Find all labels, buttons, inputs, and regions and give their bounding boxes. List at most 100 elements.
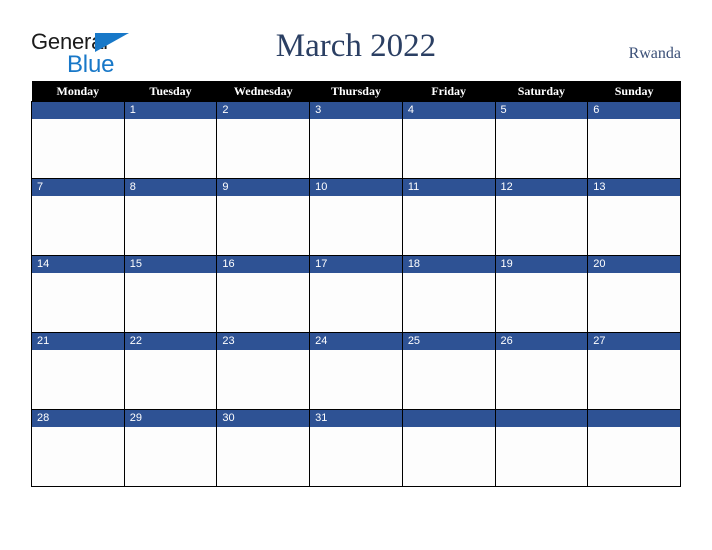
day-note-area[interactable]	[588, 196, 680, 255]
day-note-area[interactable]	[588, 273, 680, 332]
day-number: 3	[310, 102, 402, 119]
day-number: 5	[495, 102, 588, 119]
day-cell[interactable]: 19	[494, 255, 589, 333]
day-note-area[interactable]	[403, 119, 495, 178]
day-note-area[interactable]	[588, 119, 680, 178]
day-number: 25	[402, 333, 495, 350]
day-cell[interactable]: 21	[31, 332, 125, 410]
day-cell[interactable]: 1	[123, 101, 218, 179]
calendar-week-row: 21 22 23 24 25 26 27	[31, 332, 681, 410]
day-cell[interactable]: 15	[123, 255, 218, 333]
day-number	[588, 410, 680, 427]
day-cell[interactable]: 12	[494, 178, 589, 256]
day-cell[interactable]: 23	[216, 332, 311, 410]
day-note-area[interactable]	[32, 273, 124, 332]
day-note-area[interactable]	[403, 273, 495, 332]
day-cell[interactable]: 31	[309, 409, 403, 487]
day-number	[495, 410, 588, 427]
day-number: 7	[32, 179, 124, 196]
day-cell[interactable]: 2	[216, 101, 311, 179]
day-note-area[interactable]	[310, 119, 402, 178]
day-cell[interactable]	[494, 409, 589, 487]
country-label: Rwanda	[628, 45, 681, 62]
day-note-area[interactable]	[217, 273, 309, 332]
day-note-area[interactable]	[310, 427, 402, 486]
day-note-area[interactable]	[496, 196, 588, 255]
day-cell[interactable]: 5	[494, 101, 589, 179]
day-number: 17	[310, 256, 402, 273]
day-note-area[interactable]	[403, 196, 495, 255]
weekday-header-wednesday: Wednesday	[216, 81, 310, 102]
day-number: 20	[588, 256, 680, 273]
day-note-area[interactable]	[217, 119, 309, 178]
day-number: 11	[402, 179, 495, 196]
day-cell[interactable]: 14	[31, 255, 125, 333]
day-note-area[interactable]	[403, 427, 495, 486]
day-number: 15	[124, 256, 217, 273]
weekday-header-saturday: Saturday	[495, 81, 588, 102]
day-cell[interactable]: 17	[309, 255, 403, 333]
day-cell[interactable]: 24	[309, 332, 403, 410]
day-note-area[interactable]	[217, 350, 309, 409]
day-note-area[interactable]	[125, 119, 217, 178]
day-cell[interactable]: 9	[216, 178, 311, 256]
day-note-area[interactable]	[32, 427, 124, 486]
day-cell[interactable]: 8	[123, 178, 218, 256]
day-number: 6	[588, 102, 680, 119]
day-note-area[interactable]	[496, 273, 588, 332]
day-cell[interactable]: 25	[401, 332, 496, 410]
day-note-area[interactable]	[403, 350, 495, 409]
weekday-header-tuesday: Tuesday	[124, 81, 217, 102]
day-number: 13	[588, 179, 680, 196]
calendar-week-row: 14 15 16 17 18 19 20	[31, 255, 681, 333]
day-note-area[interactable]	[125, 427, 217, 486]
day-number	[402, 410, 495, 427]
day-note-area[interactable]	[496, 119, 588, 178]
day-note-area[interactable]	[125, 273, 217, 332]
calendar-weekday-header: Monday Tuesday Wednesday Thursday Friday…	[31, 81, 681, 102]
day-number: 9	[217, 179, 310, 196]
calendar-week-row: 7 8 9 10 11 12 13	[31, 178, 681, 256]
day-note-area[interactable]	[496, 350, 588, 409]
day-cell[interactable]	[587, 409, 681, 487]
day-note-area[interactable]	[310, 350, 402, 409]
day-note-area[interactable]	[125, 196, 217, 255]
day-cell[interactable]: 13	[587, 178, 681, 256]
day-cell[interactable]: 10	[309, 178, 403, 256]
day-cell[interactable]: 28	[31, 409, 125, 487]
day-cell[interactable]	[401, 409, 496, 487]
calendar-week-row: 28 29 30 31	[31, 409, 681, 487]
day-note-area[interactable]	[588, 350, 680, 409]
calendar-body: 1 2 3 4 5 6 7 8 9 10 11 12 13 14 15 16 1…	[31, 101, 681, 487]
day-cell[interactable]: 29	[123, 409, 218, 487]
day-cell[interactable]: 20	[587, 255, 681, 333]
day-cell[interactable]: 6	[587, 101, 681, 179]
day-cell[interactable]: 27	[587, 332, 681, 410]
day-number: 29	[124, 410, 217, 427]
day-note-area[interactable]	[125, 350, 217, 409]
day-number: 1	[124, 102, 217, 119]
day-number: 8	[124, 179, 217, 196]
day-note-area[interactable]	[32, 350, 124, 409]
calendar-week-row: 1 2 3 4 5 6	[31, 101, 681, 179]
day-cell[interactable]: 26	[494, 332, 589, 410]
day-note-area[interactable]	[32, 119, 124, 178]
day-note-area[interactable]	[496, 427, 588, 486]
day-note-area[interactable]	[310, 273, 402, 332]
day-note-area[interactable]	[310, 196, 402, 255]
day-cell[interactable]: 4	[401, 101, 496, 179]
day-note-area[interactable]	[217, 427, 309, 486]
day-cell[interactable]: 18	[401, 255, 496, 333]
day-cell[interactable]: 11	[401, 178, 496, 256]
day-cell[interactable]: 3	[309, 101, 403, 179]
day-note-area[interactable]	[217, 196, 309, 255]
day-number: 23	[217, 333, 310, 350]
day-cell[interactable]	[31, 101, 125, 179]
day-cell[interactable]: 22	[123, 332, 218, 410]
day-cell[interactable]: 30	[216, 409, 311, 487]
day-number: 22	[124, 333, 217, 350]
day-note-area[interactable]	[32, 196, 124, 255]
day-cell[interactable]: 7	[31, 178, 125, 256]
day-cell[interactable]: 16	[216, 255, 311, 333]
day-note-area[interactable]	[588, 427, 680, 486]
